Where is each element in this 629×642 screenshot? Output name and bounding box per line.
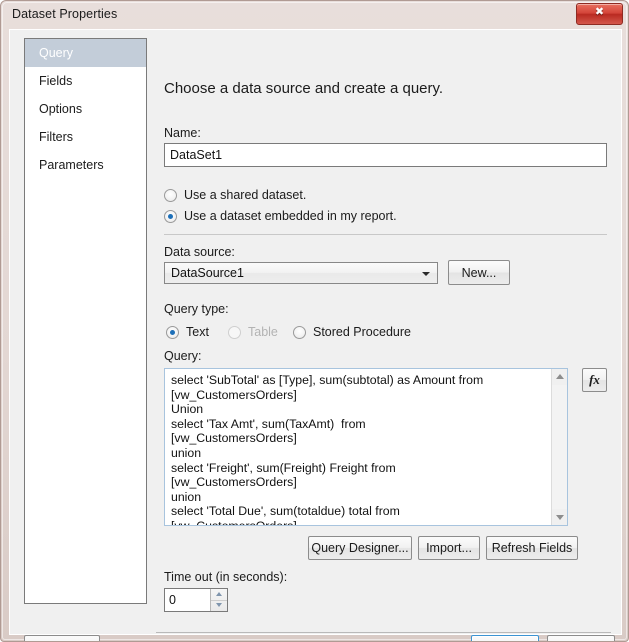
new-data-source-button[interactable]: New... bbox=[448, 260, 510, 285]
sidebar-item-label: Options bbox=[39, 102, 83, 116]
radio-query-type-table: Table bbox=[228, 325, 278, 339]
radio-icon bbox=[228, 325, 241, 339]
window-title: Dataset Properties bbox=[12, 7, 118, 21]
radio-label: Text bbox=[186, 325, 209, 339]
sidebar-item-label: Fields bbox=[39, 74, 73, 88]
timeout-input[interactable] bbox=[165, 589, 210, 611]
radio-query-type-text[interactable]: Text bbox=[166, 325, 209, 339]
radio-use-embedded-dataset[interactable]: Use a dataset embedded in my report. bbox=[164, 209, 397, 223]
main-panel: Choose a data source and create a query.… bbox=[156, 38, 611, 612]
close-icon[interactable] bbox=[576, 3, 623, 25]
section-divider bbox=[164, 234, 607, 235]
radio-query-type-stored-procedure[interactable]: Stored Procedure bbox=[293, 325, 411, 339]
sidebar-item-label: Filters bbox=[39, 130, 74, 144]
sidebar-item-query[interactable]: Query bbox=[25, 39, 146, 67]
cancel-button[interactable]: Cancel bbox=[547, 635, 615, 641]
query-input[interactable]: select 'SubTotal' as [Type], sum(subtota… bbox=[165, 369, 551, 525]
dataset-properties-window: Dataset Properties Query Fields Options … bbox=[0, 0, 629, 642]
refresh-fields-button[interactable]: Refresh Fields bbox=[486, 536, 578, 560]
timeout-stepper bbox=[164, 588, 228, 612]
data-source-select[interactable]: DataSource1 bbox=[164, 262, 438, 284]
sidebar-nav: Query Fields Options Filters Parameters bbox=[24, 38, 147, 604]
footer-divider bbox=[156, 632, 611, 633]
title-bar: Dataset Properties bbox=[1, 1, 628, 29]
sidebar-item-fields[interactable]: Fields bbox=[25, 67, 146, 95]
timeout-label: Time out (in seconds): bbox=[164, 570, 288, 584]
query-type-label: Query type: bbox=[164, 302, 229, 316]
sidebar-item-parameters[interactable]: Parameters bbox=[25, 151, 146, 179]
data-source-value: DataSource1 bbox=[171, 266, 244, 280]
stepper-down-icon[interactable] bbox=[211, 600, 227, 611]
radio-icon bbox=[293, 325, 306, 339]
help-button[interactable]: Help bbox=[24, 635, 100, 641]
query-label: Query: bbox=[164, 349, 202, 363]
sidebar-item-label: Parameters bbox=[39, 158, 104, 172]
radio-label: Use a shared dataset. bbox=[184, 188, 307, 202]
sidebar-item-filters[interactable]: Filters bbox=[25, 123, 146, 151]
page-title: Choose a data source and create a query. bbox=[164, 80, 444, 97]
query-scrollbar[interactable] bbox=[551, 369, 567, 525]
timeout-stepper-buttons bbox=[210, 589, 227, 611]
radio-label: Use a dataset embedded in my report. bbox=[184, 209, 397, 223]
sidebar-item-label: Query bbox=[39, 46, 74, 60]
ok-button[interactable]: OK bbox=[471, 635, 539, 641]
radio-label: Stored Procedure bbox=[313, 325, 411, 339]
query-designer-button[interactable]: Query Designer... bbox=[308, 536, 412, 560]
radio-icon bbox=[164, 209, 177, 223]
radio-label: Table bbox=[248, 325, 278, 339]
sidebar-item-options[interactable]: Options bbox=[25, 95, 146, 123]
expression-button[interactable]: fx bbox=[582, 368, 607, 392]
scroll-down-icon[interactable] bbox=[552, 509, 567, 525]
name-input[interactable] bbox=[164, 143, 607, 167]
scroll-up-icon[interactable] bbox=[552, 369, 567, 385]
radio-icon bbox=[164, 188, 177, 202]
chevron-down-icon bbox=[422, 272, 430, 276]
dialog-body: Query Fields Options Filters Parameters … bbox=[9, 29, 622, 641]
radio-icon bbox=[166, 325, 179, 339]
data-source-label: Data source: bbox=[164, 245, 235, 259]
radio-use-shared-dataset[interactable]: Use a shared dataset. bbox=[164, 188, 306, 202]
name-label: Name: bbox=[164, 126, 201, 140]
query-editor: select 'SubTotal' as [Type], sum(subtota… bbox=[164, 368, 568, 526]
import-button[interactable]: Import... bbox=[418, 536, 480, 560]
